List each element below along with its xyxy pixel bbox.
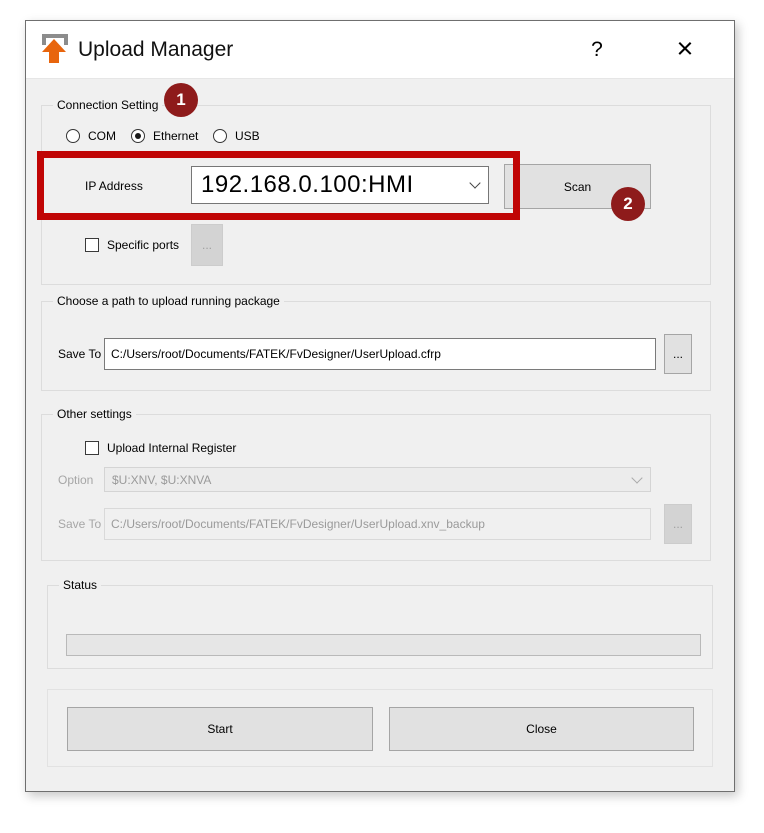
radio-ethernet-label[interactable]: Ethernet xyxy=(153,129,198,143)
radio-usb-label[interactable]: USB xyxy=(235,129,260,143)
package-save-to-label: Save To xyxy=(58,347,101,361)
radio-com[interactable] xyxy=(66,129,80,143)
status-group: Status xyxy=(47,585,713,669)
specific-ports-browse-button[interactable]: ... xyxy=(191,224,223,266)
specific-ports-checkbox[interactable] xyxy=(85,238,99,252)
close-icon[interactable]: × xyxy=(662,21,708,78)
option-combobox: $U:XNV, $U:XNVA xyxy=(104,467,651,492)
upload-manager-dialog: Upload Manager ? × Connection Setting CO… xyxy=(25,20,735,792)
backup-path-field: C:/Users/root/Documents/FATEK/FvDesigner… xyxy=(104,508,651,540)
window-title: Upload Manager xyxy=(78,21,233,79)
package-path-title: Choose a path to upload running package xyxy=(53,294,284,309)
annotation-badge-2: 2 xyxy=(611,187,645,221)
screenshot-stage: Upload Manager ? × Connection Setting CO… xyxy=(0,0,764,833)
start-button[interactable]: Start xyxy=(67,707,373,751)
specific-ports-label[interactable]: Specific ports xyxy=(107,238,179,252)
radio-com-label[interactable]: COM xyxy=(88,129,116,143)
radio-ethernet[interactable] xyxy=(131,129,145,143)
upload-arrow-icon xyxy=(39,32,69,66)
status-title: Status xyxy=(59,578,101,593)
package-path-field[interactable] xyxy=(104,338,656,370)
help-button[interactable]: ? xyxy=(574,21,620,78)
annotation-badge-1: 1 xyxy=(164,83,198,117)
backup-browse-button: ... xyxy=(664,504,692,544)
title-bar: Upload Manager ? × xyxy=(26,21,734,79)
other-settings-title: Other settings xyxy=(53,407,136,422)
close-button[interactable]: Close xyxy=(389,707,694,751)
option-value: $U:XNV, $U:XNVA xyxy=(105,473,624,487)
upload-internal-register-label[interactable]: Upload Internal Register xyxy=(107,441,236,455)
annotation-highlight-rectangle xyxy=(37,151,520,220)
package-browse-button[interactable]: ... xyxy=(664,334,692,374)
radio-usb[interactable] xyxy=(213,129,227,143)
upload-internal-register-checkbox[interactable] xyxy=(85,441,99,455)
progress-bar xyxy=(66,634,701,656)
connection-setting-title: Connection Setting xyxy=(53,98,162,113)
chevron-down-icon xyxy=(624,478,650,482)
backup-save-to-label: Save To xyxy=(58,517,101,531)
option-label: Option xyxy=(58,473,93,487)
